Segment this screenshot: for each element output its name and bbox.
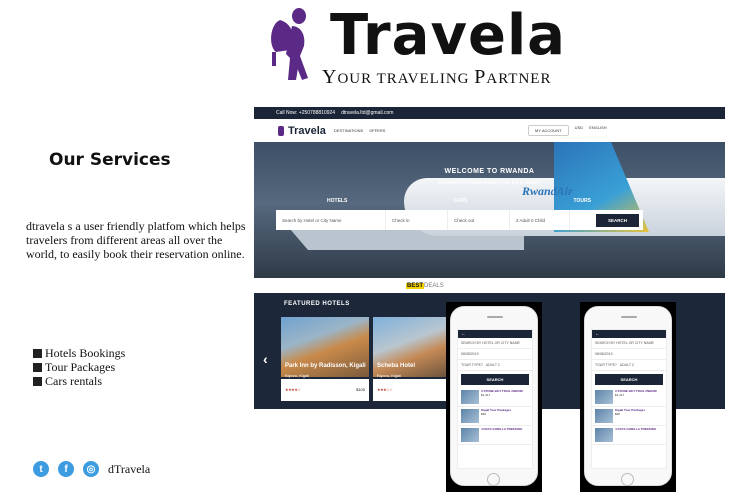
search-button[interactable]: SEARCH [595,213,639,227]
social-brand-name: dTravela [108,461,151,476]
home-button[interactable] [487,473,500,486]
phone-search-button[interactable]: SEARCH [461,374,529,385]
phone-date-field[interactable]: 08/08/2019 [458,349,532,360]
services-title: Our Services [49,150,171,170]
item-thumbnail [461,409,479,423]
booking-tabs: HOTELS CARS TOURS [274,198,644,204]
phone-type-field[interactable]: TOUR TYPE? ADULT 2 [458,360,532,371]
site-navbar: Travela DESTINATIONS OFFERS MY ACCOUNT U… [254,119,725,142]
item-thumbnail [595,428,613,442]
backpacker-logo-icon [271,8,308,80]
check-in-field[interactable]: Check in [386,210,448,230]
rating-stars: ★★★★☆ [285,387,301,392]
phone-type-field[interactable]: TOUR TYPE? ADULT 2 [592,360,666,371]
nav-logo-icon [278,125,284,136]
phone-speaker [487,316,503,318]
website-screenshot: Call Now: +250788810924 dtravela.ltd@gma… [254,107,725,278]
search-input[interactable]: Search by Hotel or City Name [276,210,386,230]
list-item: Cars rentals [33,374,125,388]
featured-title: FEATURED HOTELS [284,301,350,307]
best-deals-label: BESTDEALS [406,283,444,289]
item-thumbnail [595,409,613,423]
hotel-card[interactable]: Park Inn by Radisson, Kigali Kiyovu, Kig… [281,317,369,401]
phone-mockup: ← SEARCH BY HOTEL OR CITY NAME 08/08/201… [446,302,542,492]
booking-search-bar: Search by Hotel or City Name Check in Ch… [276,210,643,230]
services-description: dtravela s a user friendly platfom which… [26,219,246,261]
bullet-square-icon [33,376,42,386]
list-item[interactable]: 3 STONE BILT TRAIL RWAND $1,417 [592,388,666,407]
facebook-icon[interactable]: f [58,461,74,477]
nav-link-destinations[interactable]: DESTINATIONS [334,128,363,133]
nav-links: DESTINATIONS OFFERS [334,128,386,133]
hotel-name: Park Inn by Radisson, Kigali [285,363,366,369]
services-list: Hotels Bookings Tour Packages Cars renta… [33,346,125,388]
rating-stars: ★★★☆☆ [377,387,393,392]
tab-hotels[interactable]: HOTELS [327,198,347,204]
nav-right: MY ACCOUNT USD ENGLISH [528,125,607,136]
phone-search-field[interactable]: SEARCH BY HOTEL OR CITY NAME [592,338,666,349]
back-arrow-icon[interactable]: ← [458,330,532,338]
nav-link-offers[interactable]: OFFERS [369,128,385,133]
item-thumbnail [461,390,479,404]
item-thumbnail [595,390,613,404]
guests-field[interactable]: 2 Adult 0 Child [510,210,570,230]
logo-tagline: Your traveling Partner [322,66,552,88]
instagram-icon[interactable]: ◎ [83,461,99,477]
hotel-price: $100 [356,387,365,392]
phone-body: ← SEARCH BY HOTEL OR CITY NAME 08/08/201… [450,306,538,486]
list-item[interactable]: 4 DAYS GORILLA TREKKING [458,426,532,445]
hotel-card-footer: ★★★★☆ $100 [281,379,369,401]
plane-brand-text: RwandAir [522,184,573,198]
phone-date-field[interactable]: 08/08/2019 [592,349,666,360]
phone-screen: ← SEARCH BY HOTEL OR CITY NAME 08/08/201… [457,329,533,469]
logo-title: Travela [330,3,566,68]
hero-title: WELCOME TO RWANDA [444,168,535,175]
hotel-location: Kiyovu, Kigali [285,373,310,378]
my-account-button[interactable]: MY ACCOUNT [528,125,569,136]
hero-banner: RwandAir WELCOME TO RWANDA Discover the … [254,142,725,278]
phone-body: ← SEARCH BY HOTEL OR CITY NAME 08/08/201… [584,306,672,486]
item-thumbnail [461,428,479,442]
site-topbar: Call Now: +250788810924 dtravela.ltd@gma… [254,107,725,119]
list-item[interactable]: 4 DAYS GORILLA TREKKING [592,426,666,445]
hero-subtitle: Discover the hidden beauty from top to b… [438,180,541,186]
hotel-location: Kiyovu, Kigali [377,373,402,378]
hotel-name: Scheba Hotel [377,363,416,369]
phone-speaker [621,316,637,318]
phone-mockup: ← SEARCH BY HOTEL OR CITY NAME 08/08/201… [580,302,676,492]
twitter-icon[interactable]: t [33,461,49,477]
bullet-square-icon [33,348,42,358]
chevron-left-icon[interactable]: ‹ [263,351,268,367]
home-button[interactable] [621,473,634,486]
tab-cars[interactable]: CARS [453,198,467,204]
phone-search-button[interactable]: SEARCH [595,374,663,385]
list-item[interactable]: 3 STONE BILT TRAIL RWAND $1,417 [458,388,532,407]
travela-logo: Travela Your traveling Partner [266,4,565,88]
list-item: Tour Packages [33,360,125,374]
list-item: Hotels Bookings [33,346,125,360]
back-arrow-icon[interactable]: ← [592,330,666,338]
bullet-square-icon [33,362,42,372]
tab-tours[interactable]: TOURS [574,198,591,204]
list-item[interactable]: Kigali Tour Packages $90 [458,407,532,426]
social-links: t f ◎ dTravela [33,461,150,477]
phone-search-field[interactable]: SEARCH BY HOTEL OR CITY NAME [458,338,532,349]
phone-screen: ← SEARCH BY HOTEL OR CITY NAME 08/08/201… [591,329,667,469]
email-text: dtravela.ltd@gmail.com [341,110,394,116]
call-now-text: Call Now: +250788810924 [276,110,336,116]
check-out-field[interactable]: Check out [448,210,510,230]
nav-logo-text[interactable]: Travela [288,125,326,137]
language-select[interactable]: ENGLISH [589,125,607,136]
currency-select[interactable]: USD [575,125,583,136]
list-item[interactable]: Kigali Tour Packages $90 [592,407,666,426]
